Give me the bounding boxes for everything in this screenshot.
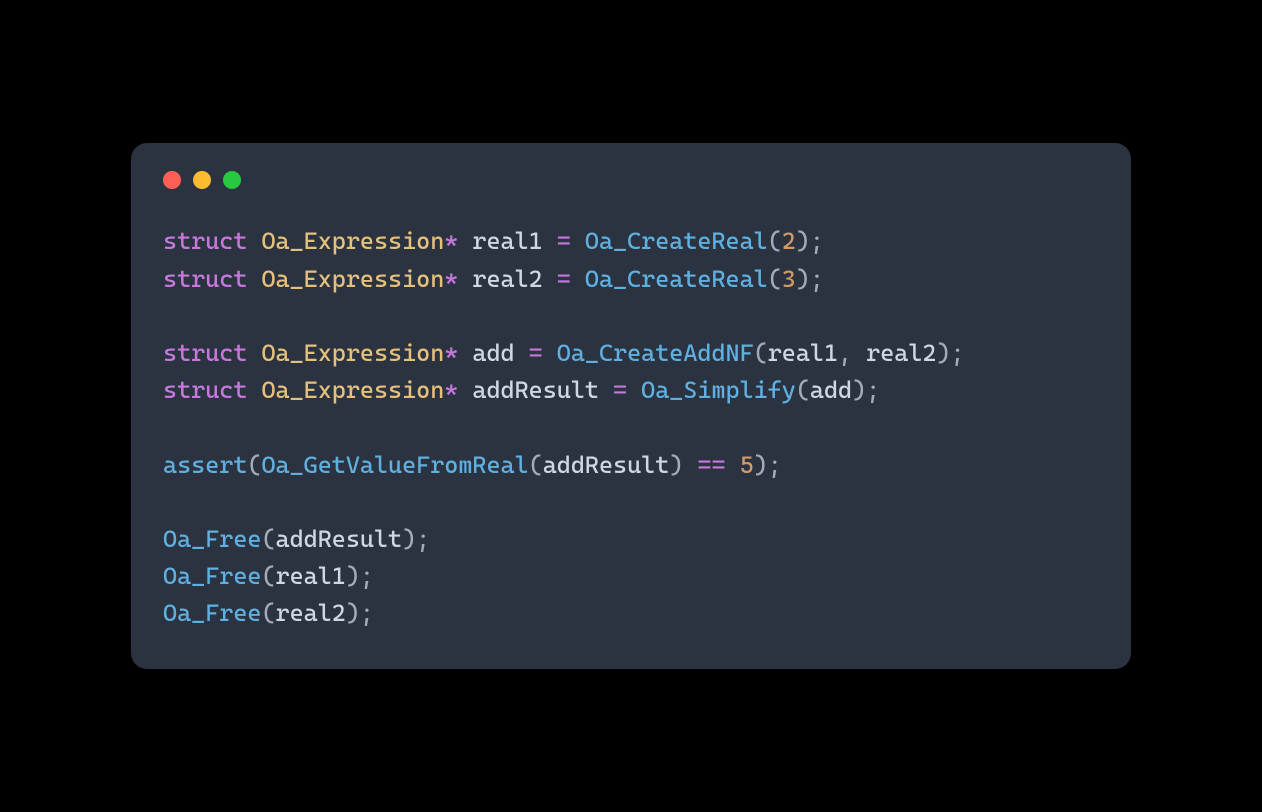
close-icon[interactable] [163, 171, 181, 189]
code-line-8: Oa_Free(real2); [163, 599, 374, 627]
code-line-5: assert(Oa_GetValueFromReal(addResult) ==… [163, 451, 782, 479]
code-line-6: Oa_Free(addResult); [163, 525, 430, 553]
code-line-4: struct Oa_Expression* addResult = Oa_Sim… [163, 376, 880, 404]
code-line-7: Oa_Free(real1); [163, 562, 374, 590]
minimize-icon[interactable] [193, 171, 211, 189]
code-line-3: struct Oa_Expression* add = Oa_CreateAdd… [163, 339, 965, 367]
code-line-1: struct Oa_Expression* real1 = Oa_CreateR… [163, 227, 824, 255]
maximize-icon[interactable] [223, 171, 241, 189]
code-window: struct Oa_Expression* real1 = Oa_CreateR… [131, 143, 1131, 668]
code-line-2: struct Oa_Expression* real2 = Oa_CreateR… [163, 265, 824, 293]
code-block: struct Oa_Expression* real1 = Oa_CreateR… [163, 223, 1099, 632]
window-controls [163, 171, 1099, 189]
